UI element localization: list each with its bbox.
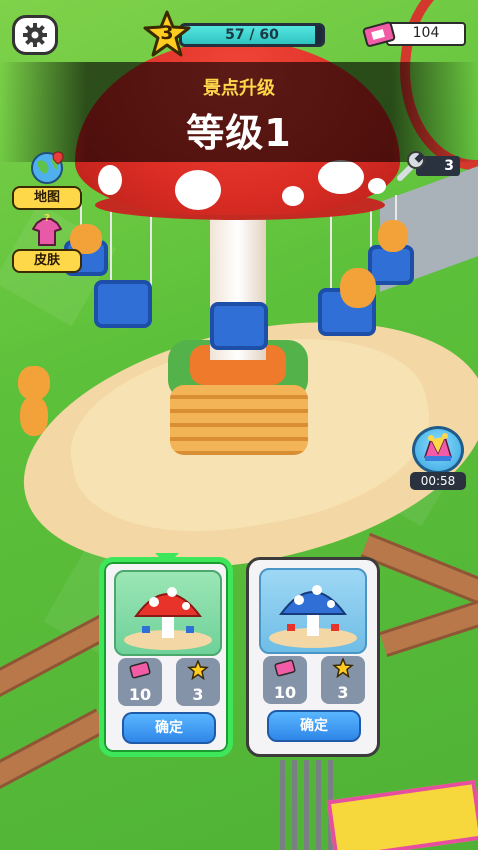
upgrade-card-blue[interactable]: 10 3 确定 — [246, 557, 380, 757]
xp-progress-bar: 57 / 60 — [179, 23, 325, 47]
svg-text:?: ? — [44, 213, 50, 224]
event-button[interactable]: 00:58 — [410, 426, 466, 490]
rider — [340, 268, 376, 308]
gear-icon — [23, 23, 47, 47]
cap-spot — [318, 160, 364, 194]
swing-seat — [94, 280, 152, 328]
settings-button[interactable] — [12, 15, 58, 55]
cap-spot — [368, 178, 386, 194]
map-button[interactable]: 地图 — [12, 150, 82, 210]
wrench-icon — [397, 151, 425, 181]
event-icon-circle — [412, 426, 464, 474]
jester-hat-icon — [423, 433, 453, 461]
ticket-cost: 10 — [263, 656, 307, 704]
ticket-counter: 104 — [362, 21, 466, 47]
event-timer: 00:58 — [410, 472, 466, 490]
level-display: 57 / 60 3 — [143, 10, 325, 57]
star-cost-value: 3 — [337, 683, 349, 702]
swing-seat — [210, 302, 268, 350]
blue-carousel-image — [259, 568, 367, 654]
star-icon — [187, 660, 209, 680]
ticket-cost-value: 10 — [273, 683, 297, 702]
xp-text: 57 / 60 — [225, 27, 279, 43]
skin-label: 皮肤 — [12, 249, 82, 273]
ticket-cost-value: 10 — [128, 685, 152, 704]
star-cost: 3 — [321, 656, 365, 704]
ticket-icon — [362, 21, 396, 47]
ticket-icon — [129, 661, 151, 679]
cap-spot — [98, 165, 122, 195]
red-carousel-image — [114, 570, 222, 656]
ticket-cost: 10 — [118, 658, 162, 706]
star-cost-value: 3 — [192, 685, 204, 704]
carousel-base-striped — [170, 385, 308, 455]
mushroom-ride-icon — [124, 587, 212, 650]
cap-spot — [175, 170, 221, 210]
rope — [330, 215, 332, 295]
wrench-counter: 3 — [392, 148, 466, 184]
upgrade-card-red[interactable]: 10 3 确定 — [99, 557, 233, 757]
banner-subtitle: 景点升级 — [203, 78, 275, 99]
skin-button[interactable]: ? 皮肤 — [12, 213, 82, 273]
map-label: 地图 — [12, 186, 82, 210]
star-cost: 3 — [176, 658, 220, 706]
rope — [110, 210, 112, 290]
confirm-button[interactable]: 确定 — [122, 712, 216, 744]
ticket-icon — [274, 659, 296, 677]
globe-icon — [31, 151, 64, 184]
confirm-button[interactable]: 确定 — [267, 710, 361, 742]
visitor-body — [20, 396, 48, 436]
ticket-count: 104 — [412, 25, 440, 41]
shirt-icon: ? — [32, 213, 62, 246]
cap-spot — [282, 186, 304, 206]
mushroom-ride-icon — [269, 585, 357, 648]
visitor — [18, 366, 50, 400]
level-number: 3 — [160, 22, 174, 44]
star-icon — [332, 658, 354, 678]
rider — [378, 220, 408, 252]
